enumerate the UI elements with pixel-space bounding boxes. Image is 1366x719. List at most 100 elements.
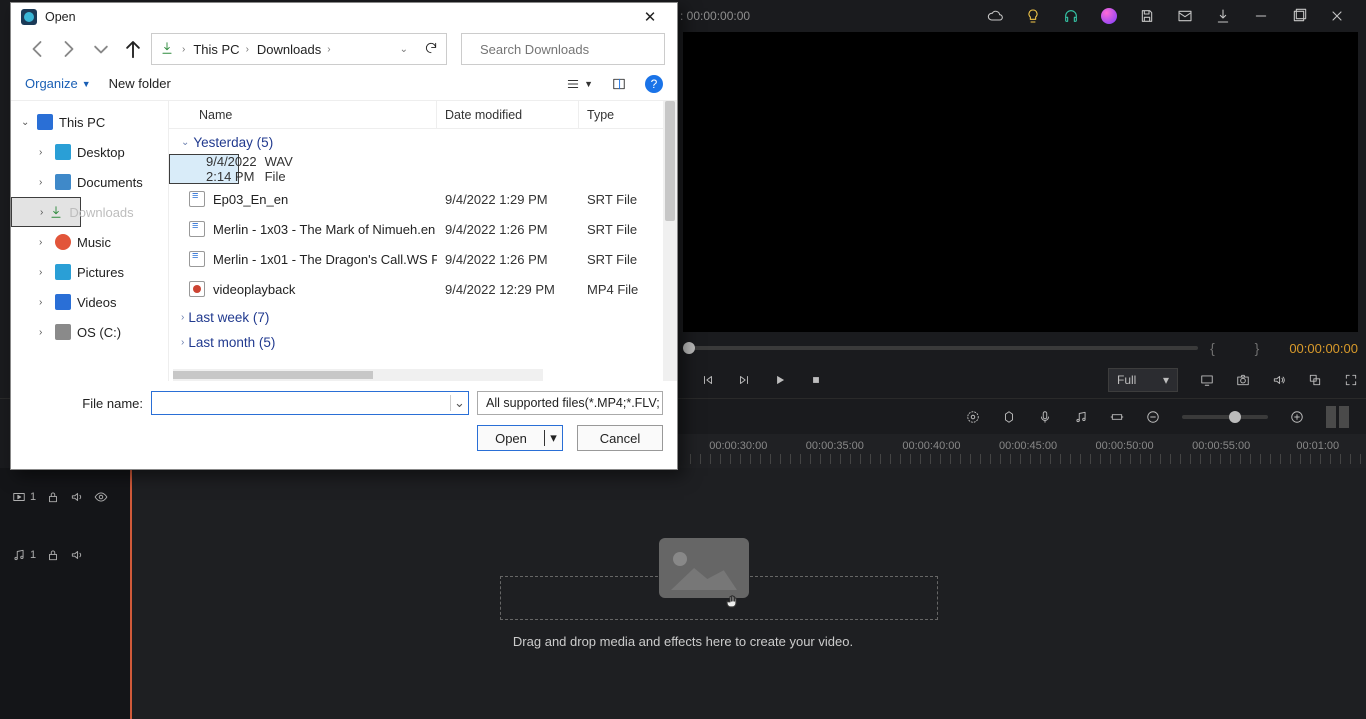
progress-track[interactable] [683,346,1198,350]
visibility-icon[interactable] [94,490,108,504]
file-row[interactable]: videoplayback 9/4/2022 12:29 PMMP4 File [169,274,677,304]
mute-icon[interactable] [70,548,84,562]
file-name-field[interactable] [152,392,450,414]
preview-timecode: 00:00:00:00 [1289,341,1358,356]
crumb-history-dropdown[interactable]: ⌄ [400,44,408,55]
nav-up-button[interactable] [119,35,147,63]
crumb-this-pc[interactable]: This PC› [193,42,249,57]
minimize-button[interactable] [1242,0,1280,32]
detach-icon[interactable] [1308,373,1322,387]
col-date[interactable]: Date modified [437,101,579,128]
group-yesterday[interactable]: ⌄Yesterday (5) [169,129,677,154]
group-last-month[interactable]: ›Last month (5) [169,329,677,354]
profile-orb-icon[interactable] [1090,0,1128,32]
open-button[interactable]: Open▾ [477,425,563,451]
playback-controls: Full▾ [683,362,1358,398]
crumb-downloads[interactable]: Downloads› [257,42,331,57]
tree-desktop[interactable]: ›Desktop [11,137,168,167]
tree-this-pc[interactable]: ⌄This PC [11,107,168,137]
dialog-titlebar[interactable]: Open ✕ [11,3,677,31]
headphones-icon[interactable] [1052,0,1090,32]
step-forward-button[interactable] [737,373,751,387]
list-header[interactable]: Name Date modified Type [169,101,677,129]
mute-icon[interactable] [70,490,84,504]
step-back-button[interactable] [701,373,715,387]
file-name-label: File name: [25,396,143,411]
track-view-toggle[interactable] [1326,406,1352,428]
organize-menu[interactable]: Organize ▼ [25,76,91,91]
file-type-filter[interactable]: All supported files(*.MP4;*.FLV;⌄ [477,391,663,415]
dialog-toolbar: Organize ▼ New folder ▼ ? [11,67,677,101]
tree-os-drive[interactable]: ›OS (C:) [11,317,168,347]
display-icon[interactable] [1200,373,1214,387]
play-button[interactable] [773,373,787,387]
snapshot-icon[interactable] [1236,373,1250,387]
file-row[interactable]: mixkit-clock-countdown-bleeps-916 (1) 9/… [169,154,239,184]
tree-pictures[interactable]: ›Pictures [11,257,168,287]
cancel-button[interactable]: Cancel [577,425,663,451]
vertical-scrollbar[interactable] [663,101,677,381]
downloads-folder-icon[interactable] [160,41,174,58]
maximize-button[interactable] [1280,0,1318,32]
video-track-icon [12,490,26,504]
zoom-in-button[interactable] [1290,410,1304,424]
new-folder-button[interactable]: New folder [109,76,171,91]
search-field[interactable] [480,42,656,57]
tree-documents[interactable]: ›Documents [11,167,168,197]
volume-icon[interactable] [1272,373,1286,387]
file-name-dropdown[interactable]: ⌄ [450,395,468,411]
fullscreen-icon[interactable] [1344,373,1358,387]
playhead[interactable] [130,434,132,719]
dialog-title: Open [45,10,633,24]
refresh-button[interactable] [424,41,438,58]
col-type[interactable]: Type [579,108,614,122]
file-name-input[interactable]: ⌄ [151,391,469,415]
download-icon[interactable] [1204,0,1242,32]
video-track-number: 1 [30,491,36,503]
preview-pane-button[interactable] [611,77,627,91]
file-list: Name Date modified Type ⌄Yesterday (5) m… [169,101,677,381]
stop-button[interactable] [809,373,823,387]
file-row[interactable]: Ep03_En_en 9/4/2022 1:29 PMSRT File [169,184,677,214]
lock-icon[interactable] [46,490,60,504]
close-button[interactable] [1318,0,1356,32]
lightbulb-icon[interactable] [1014,0,1052,32]
file-row[interactable]: Merlin - 1x01 - The Dragon's Call.WS PDT… [169,244,677,274]
track-headers: 1 1 [0,468,130,719]
help-button[interactable]: ? [645,75,663,93]
zoom-slider[interactable] [1182,415,1268,419]
video-track-header[interactable]: 1 [0,468,130,526]
file-icon [189,221,205,237]
preview-viewport [683,32,1358,332]
save-icon[interactable] [1128,0,1166,32]
nav-back-button[interactable] [23,35,51,63]
file-icon [189,191,205,207]
tool-marker-icon[interactable] [1002,410,1016,424]
lock-icon[interactable] [46,548,60,562]
preview-progress[interactable]: { } 00:00:00:00 [683,338,1358,358]
zoom-out-button[interactable] [1146,410,1160,424]
tool-mic-icon[interactable] [1038,410,1052,424]
file-row[interactable]: Merlin - 1x03 - The Mark of Nimueh.en 9/… [169,214,677,244]
drop-hint-text: Drag and drop media and effects here to … [0,634,1366,649]
horizontal-scrollbar[interactable] [173,369,543,381]
nav-forward-button [55,35,83,63]
nav-recent-button[interactable] [87,35,115,63]
dialog-close-button[interactable]: ✕ [633,8,667,26]
tool-fit-icon[interactable] [1110,410,1124,424]
tree-downloads[interactable]: ›Downloads [11,197,81,227]
tool-gear-icon[interactable] [966,410,980,424]
col-name[interactable]: Name [169,101,437,128]
audio-track-header[interactable]: 1 [0,526,130,584]
preview-mode-select[interactable]: Full▾ [1108,368,1178,392]
breadcrumb[interactable]: › This PC› Downloads› ⌄ [151,33,447,65]
tree-videos[interactable]: ›Videos [11,287,168,317]
cloud-icon[interactable] [976,0,1014,32]
group-last-week[interactable]: ›Last week (7) [169,304,677,329]
tree-music[interactable]: ›Music [11,227,168,257]
view-mode-button[interactable]: ▼ [566,77,593,91]
mail-icon[interactable] [1166,0,1204,32]
tool-music-icon[interactable] [1074,410,1088,424]
project-timecode: : 00:00:00:00 [680,9,750,23]
search-input[interactable] [461,33,665,65]
